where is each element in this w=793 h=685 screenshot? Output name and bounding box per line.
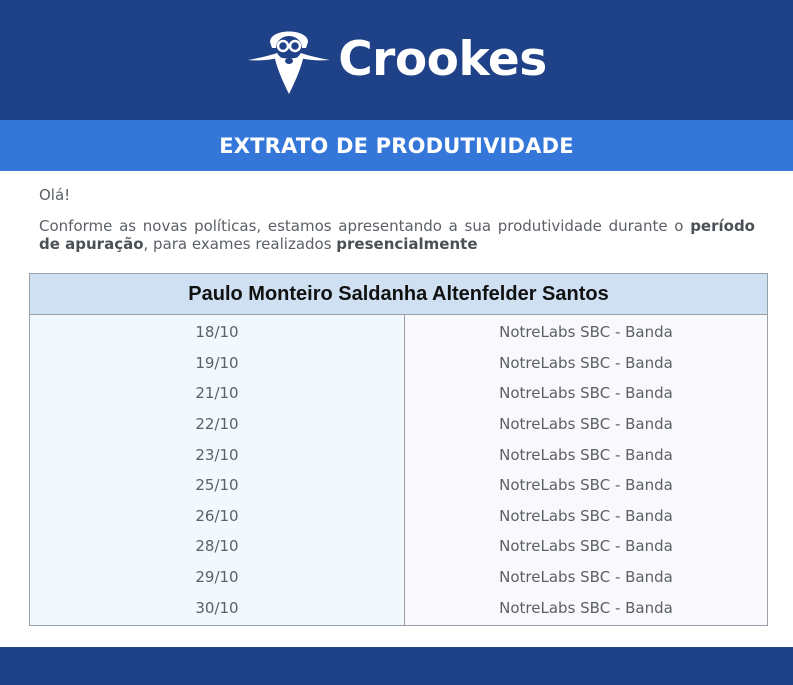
location-cell: NotreLabs SBC - Banda	[499, 353, 673, 372]
table-header-person-name: Paulo Monteiro Saldanha Altenfelder Sant…	[30, 274, 767, 315]
brand-logo: Crookes	[246, 22, 547, 98]
location-cell: NotreLabs SBC - Banda	[499, 598, 673, 617]
date-cell: 30/10	[195, 598, 239, 617]
date-cell: 23/10	[195, 445, 239, 464]
date-cell: 18/10	[195, 323, 239, 342]
date-cell: 21/10	[195, 384, 239, 403]
date-cell: 19/10	[195, 353, 239, 372]
page-title: EXTRATO DE PRODUTIVIDADE	[0, 120, 793, 171]
greeting-text: Olá!	[39, 186, 71, 204]
table-body: 18/10 19/10 21/10 22/10 23/10 25/10 26/1…	[30, 315, 767, 625]
bearded-scientist-icon	[246, 22, 332, 98]
location-cell: NotreLabs SBC - Banda	[499, 415, 673, 434]
location-cell: NotreLabs SBC - Banda	[499, 568, 673, 587]
location-cell: NotreLabs SBC - Banda	[499, 384, 673, 403]
location-cell: NotreLabs SBC - Banda	[499, 476, 673, 495]
intro-text-2: , para exames realizados	[143, 235, 337, 253]
intro-bold-presencial: presencialmente	[336, 235, 478, 253]
email-header: Crookes	[0, 0, 793, 120]
date-cell: 25/10	[195, 476, 239, 495]
location-cell: NotreLabs SBC - Banda	[499, 506, 673, 525]
location-column: NotreLabs SBC - Banda NotreLabs SBC - Ba…	[405, 315, 767, 625]
productivity-table: Paulo Monteiro Saldanha Altenfelder Sant…	[29, 273, 768, 626]
location-cell: NotreLabs SBC - Banda	[499, 445, 673, 464]
date-cell: 28/10	[195, 537, 239, 556]
message-body: Olá! Conforme as novas políticas, estamo…	[39, 186, 755, 253]
intro-text-1: Conforme as novas políticas, estamos apr…	[39, 217, 691, 235]
email-footer	[0, 647, 793, 685]
date-cell: 26/10	[195, 506, 239, 525]
location-cell: NotreLabs SBC - Banda	[499, 537, 673, 556]
brand-name: Crookes	[338, 31, 547, 87]
date-cell: 29/10	[195, 568, 239, 587]
intro-paragraph: Conforme as novas políticas, estamos apr…	[39, 217, 755, 253]
location-cell: NotreLabs SBC - Banda	[499, 323, 673, 342]
date-column: 18/10 19/10 21/10 22/10 23/10 25/10 26/1…	[30, 315, 405, 625]
date-cell: 22/10	[195, 415, 239, 434]
